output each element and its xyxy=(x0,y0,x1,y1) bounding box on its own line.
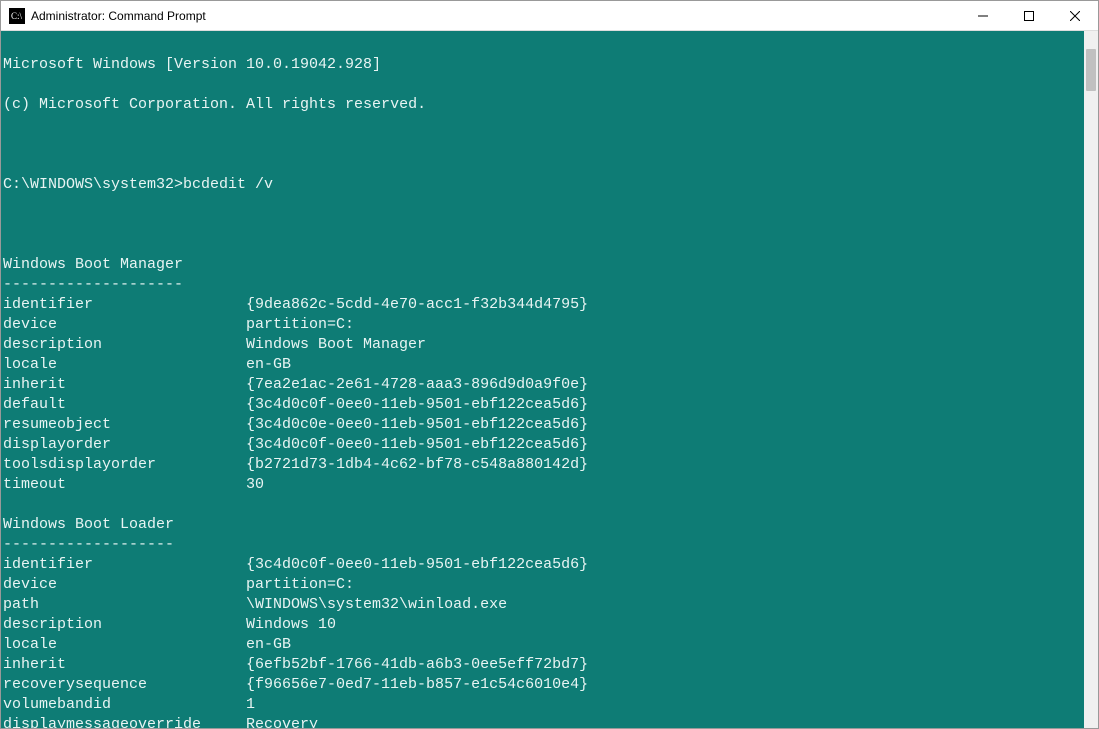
entry-value: {3c4d0c0f-0ee0-11eb-9501-ebf122cea5d6} xyxy=(246,555,588,575)
entry-key: timeout xyxy=(3,475,246,495)
entry-value: {7ea2e1ac-2e61-4728-aaa3-896d9d0a9f0e} xyxy=(246,375,588,395)
entry-value: partition=C: xyxy=(246,315,354,335)
entry-value: 1 xyxy=(246,695,255,715)
entry-row: devicepartition=C: xyxy=(3,575,1082,595)
entry-value: \WINDOWS\system32\winload.exe xyxy=(246,595,507,615)
entry-value: en-GB xyxy=(246,355,291,375)
entry-key: recoverysequence xyxy=(3,675,246,695)
section-divider: -------------------- xyxy=(3,275,1082,295)
entry-key: description xyxy=(3,615,246,635)
prompt-line: C:\WINDOWS\system32>bcdedit /v xyxy=(3,175,1082,195)
titlebar: C:\ Administrator: Command Prompt xyxy=(1,1,1098,31)
maximize-button[interactable] xyxy=(1006,1,1052,31)
command-text: bcdedit /v xyxy=(183,176,273,193)
entry-row: identifier{3c4d0c0f-0ee0-11eb-9501-ebf12… xyxy=(3,555,1082,575)
entry-value: Recovery xyxy=(246,715,318,728)
close-button[interactable] xyxy=(1052,1,1098,31)
scrollbar-thumb[interactable] xyxy=(1086,49,1096,91)
entry-row: displayorder{3c4d0c0f-0ee0-11eb-9501-ebf… xyxy=(3,435,1082,455)
entry-row: identifier{9dea862c-5cdd-4e70-acc1-f32b3… xyxy=(3,295,1082,315)
entry-key: device xyxy=(3,575,246,595)
entry-value: {9dea862c-5cdd-4e70-acc1-f32b344d4795} xyxy=(246,295,588,315)
entry-value: {3c4d0c0f-0ee0-11eb-9501-ebf122cea5d6} xyxy=(246,395,588,415)
svg-text:C:\: C:\ xyxy=(11,11,23,21)
entry-key: volumebandid xyxy=(3,695,246,715)
entry-row: descriptionWindows 10 xyxy=(3,615,1082,635)
prompt-path: C:\WINDOWS\system32> xyxy=(3,176,183,193)
terminal-output[interactable]: Microsoft Windows [Version 10.0.19042.92… xyxy=(1,31,1084,728)
minimize-button[interactable] xyxy=(960,1,1006,31)
entry-key: displaymessageoverride xyxy=(3,715,246,728)
entry-key: inherit xyxy=(3,375,246,395)
banner-line: Microsoft Windows [Version 10.0.19042.92… xyxy=(3,55,1082,75)
entry-key: inherit xyxy=(3,655,246,675)
entry-key: displayorder xyxy=(3,435,246,455)
entry-value: {b2721d73-1db4-4c62-bf78-c548a880142d} xyxy=(246,455,588,475)
entry-value: Windows Boot Manager xyxy=(246,335,426,355)
section-title: Windows Boot Loader xyxy=(3,515,1082,535)
entry-row: toolsdisplayorder{b2721d73-1db4-4c62-bf7… xyxy=(3,455,1082,475)
section-title: Windows Boot Manager xyxy=(3,255,1082,275)
banner-line: (c) Microsoft Corporation. All rights re… xyxy=(3,95,1082,115)
entry-value: Windows 10 xyxy=(246,615,336,635)
entry-value: {6efb52bf-1766-41db-a6b3-0ee5eff72bd7} xyxy=(246,655,588,675)
entry-row: path\WINDOWS\system32\winload.exe xyxy=(3,595,1082,615)
entry-key: locale xyxy=(3,635,246,655)
section-divider: ------------------- xyxy=(3,535,1082,555)
window-title: Administrator: Command Prompt xyxy=(31,9,206,23)
entry-value: {3c4d0c0f-0ee0-11eb-9501-ebf122cea5d6} xyxy=(246,435,588,455)
entry-value: partition=C: xyxy=(246,575,354,595)
entry-key: description xyxy=(3,335,246,355)
entry-key: identifier xyxy=(3,555,246,575)
entry-row: displaymessageoverrideRecovery xyxy=(3,715,1082,728)
entry-row: default{3c4d0c0f-0ee0-11eb-9501-ebf122ce… xyxy=(3,395,1082,415)
entry-row: localeen-GB xyxy=(3,635,1082,655)
entry-key: default xyxy=(3,395,246,415)
entry-row: timeout30 xyxy=(3,475,1082,495)
entry-key: device xyxy=(3,315,246,335)
entry-row: resumeobject{3c4d0c0e-0ee0-11eb-9501-ebf… xyxy=(3,415,1082,435)
entry-key: path xyxy=(3,595,246,615)
entry-row: inherit{6efb52bf-1766-41db-a6b3-0ee5eff7… xyxy=(3,655,1082,675)
cmd-icon: C:\ xyxy=(9,8,25,24)
entry-key: toolsdisplayorder xyxy=(3,455,246,475)
entry-row: inherit{7ea2e1ac-2e61-4728-aaa3-896d9d0a… xyxy=(3,375,1082,395)
entry-key: identifier xyxy=(3,295,246,315)
entry-value: {f96656e7-0ed7-11eb-b857-e1c54c6010e4} xyxy=(246,675,588,695)
entry-row: devicepartition=C: xyxy=(3,315,1082,335)
entry-value: 30 xyxy=(246,475,264,495)
scrollbar[interactable] xyxy=(1084,31,1098,728)
entry-row: volumebandid1 xyxy=(3,695,1082,715)
entry-row: descriptionWindows Boot Manager xyxy=(3,335,1082,355)
entry-row: localeen-GB xyxy=(3,355,1082,375)
entry-value: {3c4d0c0e-0ee0-11eb-9501-ebf122cea5d6} xyxy=(246,415,588,435)
entry-value: en-GB xyxy=(246,635,291,655)
entry-row: recoverysequence{f96656e7-0ed7-11eb-b857… xyxy=(3,675,1082,695)
entry-key: locale xyxy=(3,355,246,375)
entry-key: resumeobject xyxy=(3,415,246,435)
